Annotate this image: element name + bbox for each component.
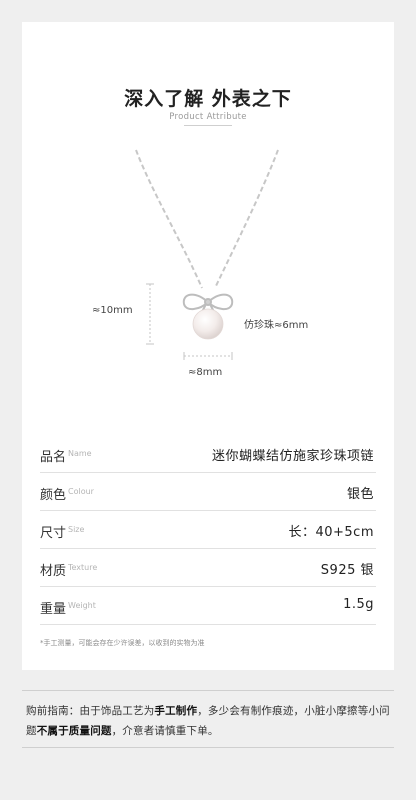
pearl <box>192 308 224 340</box>
product-attribute-card: 深入了解 外表之下 Product Attribute ≈10mm 仿珍珠≈6m… <box>22 22 394 670</box>
measurement-footnote: *手工测量，可能会存在少许误差，以收到的实物为准 <box>40 639 205 647</box>
purchase-notice: 购前指南：由于饰品工艺为手工制作，多少会有制作痕迹，小脏小摩擦等小问题不属于质量… <box>22 690 394 748</box>
notice-part: ，介意者请慎重下单。 <box>111 725 219 737</box>
attribute-label: 尺寸 <box>40 526 67 541</box>
height-dimension-line <box>146 283 154 345</box>
attribute-row-weight: 重量 Weight 1.5g <box>40 586 376 625</box>
attribute-value: S925 银 <box>320 563 374 578</box>
notice-text: 购前指南：由于饰品工艺为手工制作，多少会有制作痕迹，小脏小摩擦等小问题不属于质量… <box>26 701 390 741</box>
height-label: ≈10mm <box>92 305 133 316</box>
attribute-value: 1.5g <box>343 597 374 612</box>
notice-part: 购前指南：由于饰品工艺为 <box>26 705 155 717</box>
attribute-value: 迷你蝴蝶结仿施家珍珠项链 <box>211 449 374 464</box>
attribute-label: 品名 <box>40 450 67 465</box>
necklace-illustration <box>135 149 279 360</box>
chain-right <box>214 149 279 289</box>
attribute-value: 银色 <box>346 487 374 502</box>
attribute-value: 长：40+5cm <box>288 525 374 540</box>
attribute-row-texture: 材质 Texture S925 银 <box>40 548 376 587</box>
attribute-row-colour: 颜色 Colour 银色 <box>40 472 376 511</box>
pearl-size-label: 仿珍珠≈6mm <box>244 320 309 331</box>
attribute-label-en: Texture <box>68 563 98 572</box>
attribute-label-en: Weight <box>68 601 96 610</box>
notice-emphasis: 不属于质量问题 <box>36 725 112 737</box>
width-label: ≈8mm <box>188 367 223 378</box>
width-dimension-line <box>183 352 233 360</box>
attribute-label: 材质 <box>40 564 67 579</box>
attribute-row-size: 尺寸 Size 长：40+5cm <box>40 510 376 549</box>
chain-left <box>135 149 203 289</box>
notice-emphasis: 手工制作 <box>154 705 198 717</box>
attribute-row-name: 品名 Name 迷你蝴蝶结仿施家珍珠项链 <box>40 434 376 473</box>
attribute-label: 颜色 <box>40 488 67 503</box>
attribute-label-en: Size <box>68 525 85 534</box>
attribute-label-en: Name <box>68 449 92 458</box>
attribute-label-en: Colour <box>68 487 94 496</box>
attribute-label: 重量 <box>40 602 67 617</box>
